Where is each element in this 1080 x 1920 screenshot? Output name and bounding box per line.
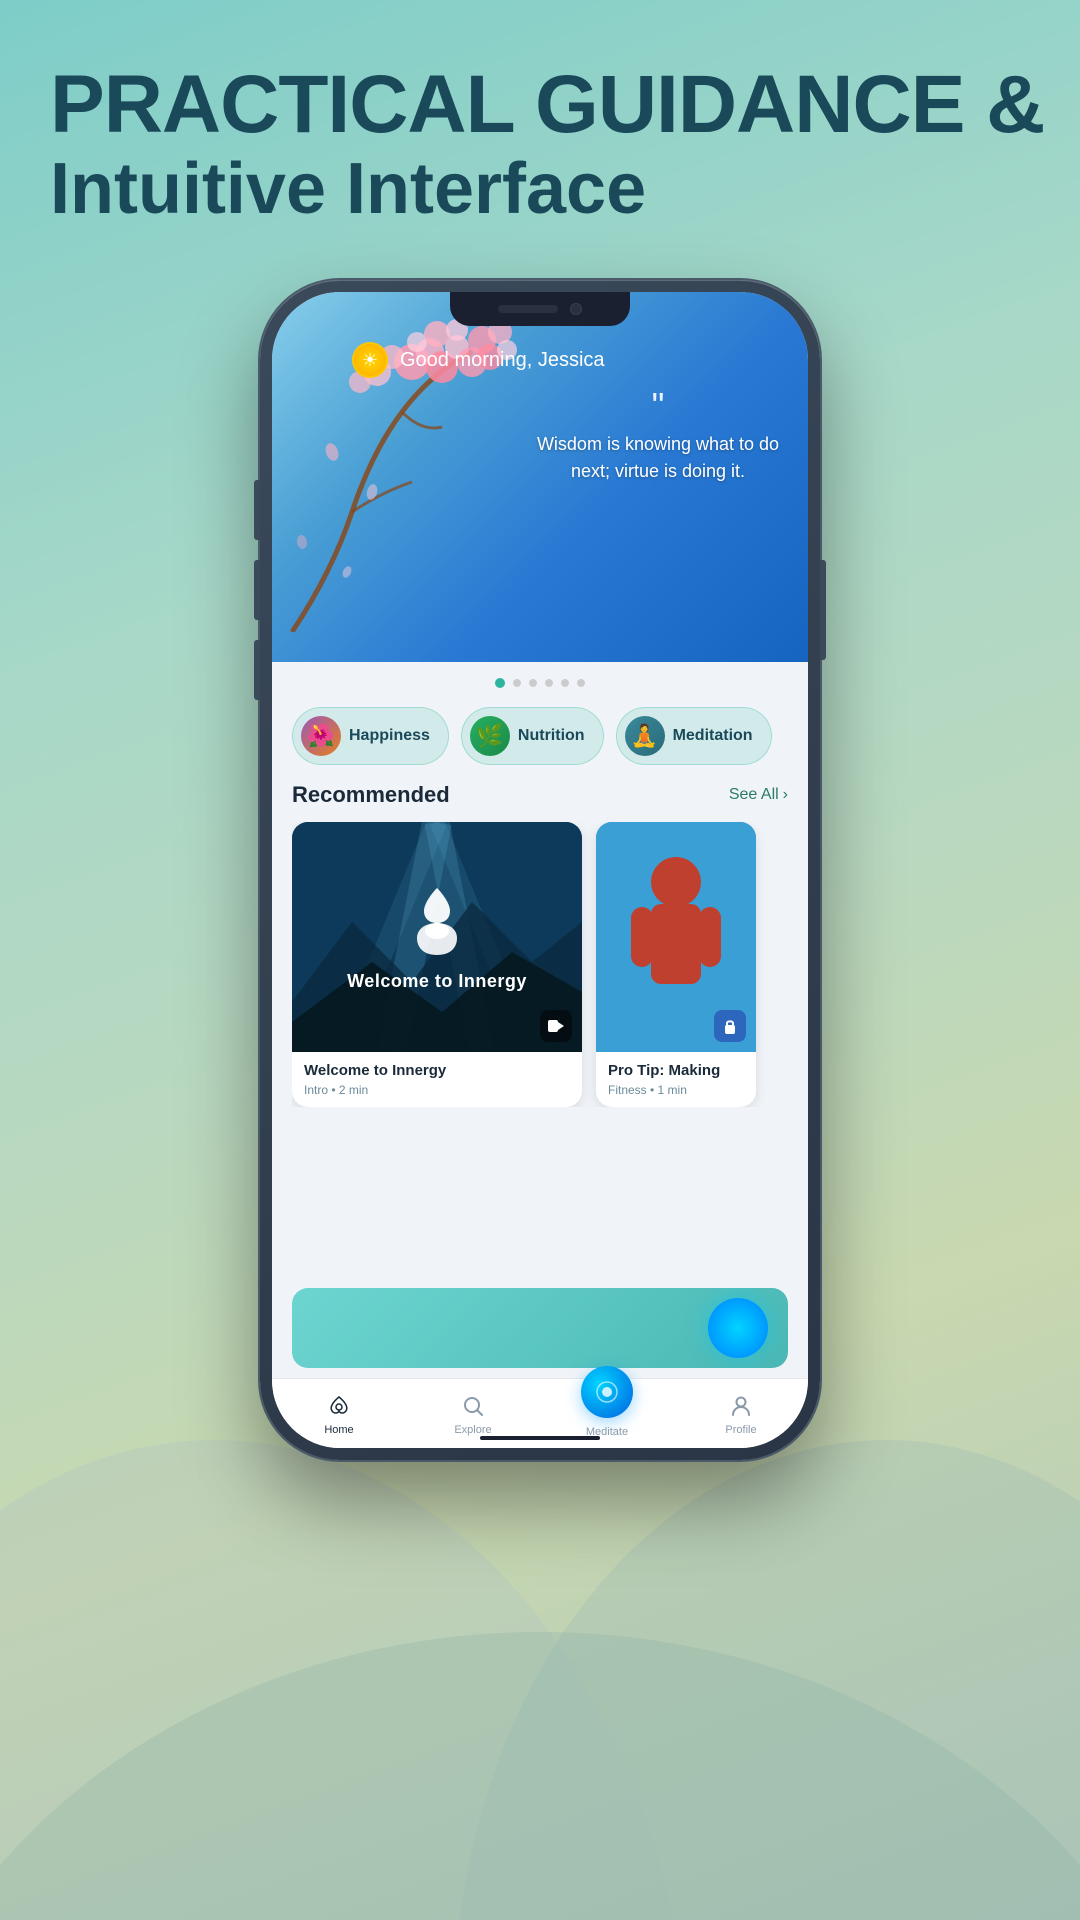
notch-camera	[570, 303, 582, 315]
tab-profile[interactable]: Profile	[674, 1392, 808, 1436]
dot-5[interactable]	[561, 679, 569, 687]
tab-explore[interactable]: Explore	[406, 1392, 540, 1436]
innergy-logo-icon	[402, 883, 472, 963]
tab-profile-label: Profile	[725, 1424, 756, 1436]
dot-4[interactable]	[545, 679, 553, 687]
tab-explore-label: Explore	[454, 1424, 491, 1436]
card-pro-tip-image	[596, 822, 756, 1052]
greeting-text: Good morning, Jessica	[400, 349, 605, 372]
profile-tab-icon	[727, 1392, 755, 1420]
category-chip-happiness[interactable]: 🌺 Happiness	[292, 707, 449, 765]
phone-mockup: ☀ Good morning, Jessica " Wisdom is know…	[260, 280, 820, 1460]
page-title-regular: Intuitive Interface	[50, 150, 1044, 229]
hero-section: ☀ Good morning, Jessica " Wisdom is know…	[272, 292, 808, 662]
category-label-happiness: Happiness	[349, 727, 430, 745]
page-header: PRACTICAL GUIDANCE & Intuitive Interface	[50, 60, 1044, 229]
lock-badge	[714, 1010, 746, 1042]
hero-greeting: ☀ Good morning, Jessica	[352, 342, 605, 378]
hero-background: ☀ Good morning, Jessica " Wisdom is know…	[272, 292, 808, 662]
category-chip-nutrition[interactable]: 🌿 Nutrition	[461, 707, 604, 765]
category-avatar-happiness: 🌺	[301, 716, 341, 756]
tab-home-label: Home	[324, 1424, 353, 1436]
card-welcome[interactable]: Welcome to Innergy Welcome t	[292, 822, 582, 1107]
card-pro-tip[interactable]: Pro Tip: Making Fitness • 1 min	[596, 822, 756, 1107]
see-all-button[interactable]: See All ›	[729, 786, 788, 804]
section-header: Recommended See All ›	[292, 782, 788, 808]
category-avatar-meditation: 🧘	[625, 716, 665, 756]
phone-notch	[450, 292, 630, 326]
home-tab-icon	[325, 1392, 353, 1420]
meditate-orb[interactable]	[581, 1366, 633, 1418]
tab-home[interactable]: Home	[272, 1392, 406, 1436]
dot-1[interactable]	[495, 678, 505, 688]
card-welcome-title: Welcome to Innergy	[304, 1062, 570, 1079]
home-indicator	[480, 1436, 600, 1440]
quote-text: Wisdom is knowing what to do next; virtu…	[528, 431, 788, 485]
bottom-card-strip	[292, 1288, 788, 1368]
hero-quote: " Wisdom is knowing what to do next; vir…	[528, 392, 788, 485]
dot-3[interactable]	[529, 679, 537, 687]
section-title: Recommended	[292, 782, 450, 808]
categories-section: 🌺 Happiness 🌿 Nutrition 🧘 Meditation	[272, 707, 808, 765]
quote-mark: "	[528, 392, 788, 421]
chevron-right-icon: ›	[783, 786, 788, 804]
category-chip-meditation[interactable]: 🧘 Meditation	[616, 707, 772, 765]
card-welcome-meta: Intro • 2 min	[304, 1083, 570, 1097]
category-avatar-nutrition: 🌿	[470, 716, 510, 756]
video-badge	[540, 1010, 572, 1042]
card-pro-tip-meta: Fitness • 1 min	[608, 1083, 744, 1097]
tab-meditate[interactable]: Meditate	[540, 1390, 674, 1438]
card-pro-tip-info: Pro Tip: Making Fitness • 1 min	[596, 1052, 756, 1107]
notch-speaker	[498, 305, 558, 313]
card-welcome-image: Welcome to Innergy	[292, 822, 582, 1052]
dots-indicator	[495, 662, 585, 704]
sun-icon: ☀	[352, 342, 388, 378]
dot-6[interactable]	[577, 679, 585, 687]
card-welcome-info: Welcome to Innergy Intro • 2 min	[292, 1052, 582, 1107]
preview-orb	[708, 1298, 768, 1358]
categories-row: 🌺 Happiness 🌿 Nutrition 🧘 Meditation	[292, 707, 788, 765]
innergy-brand-text: Welcome to Innergy	[347, 971, 527, 992]
card-pro-tip-title: Pro Tip: Making	[608, 1062, 744, 1079]
explore-tab-icon	[459, 1392, 487, 1420]
phone-outer: ☀ Good morning, Jessica " Wisdom is know…	[260, 280, 820, 1460]
cards-row: Welcome to Innergy Welcome t	[292, 822, 788, 1107]
category-label-nutrition: Nutrition	[518, 727, 585, 745]
phone-screen: ☀ Good morning, Jessica " Wisdom is know…	[272, 292, 808, 1448]
dot-2[interactable]	[513, 679, 521, 687]
recommended-section: Recommended See All ›	[272, 782, 808, 1107]
see-all-label: See All	[729, 786, 779, 804]
bottom-preview	[272, 1288, 808, 1378]
page-title-bold: PRACTICAL GUIDANCE &	[50, 60, 1044, 150]
category-label-meditation: Meditation	[673, 727, 753, 745]
